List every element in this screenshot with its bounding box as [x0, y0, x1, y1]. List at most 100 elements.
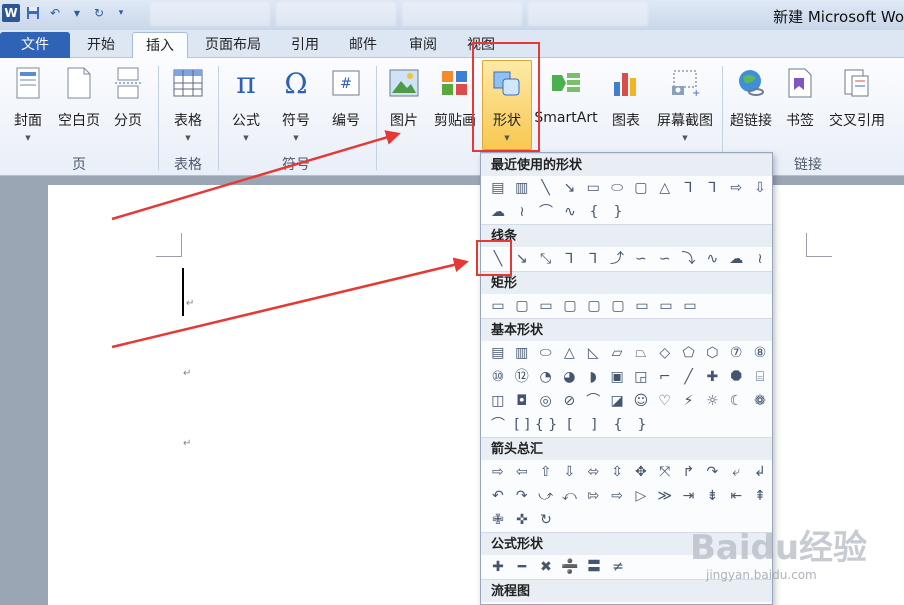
shape-item[interactable]: ↲: [748, 461, 772, 483]
shape-item[interactable]: ⇤: [724, 485, 748, 507]
shape-item[interactable]: ⌒: [486, 414, 510, 436]
shape-item[interactable]: ⬠: [677, 342, 701, 364]
shape-item[interactable]: ≀: [510, 201, 534, 223]
shape-item[interactable]: ⑧: [748, 342, 772, 364]
shape-item[interactable]: ⌸: [748, 366, 772, 388]
shape-item[interactable]: ✖: [534, 556, 558, 578]
shape-item[interactable]: ⤵: [677, 248, 701, 270]
shape-item[interactable]: ]: [582, 414, 606, 436]
shape-item[interactable]: ▣: [605, 366, 629, 388]
shape-item[interactable]: ✜: [510, 509, 534, 531]
shape-item[interactable]: ☁: [486, 201, 510, 223]
shape-item[interactable]: ━: [510, 556, 534, 578]
shape-item[interactable]: ✥: [629, 461, 653, 483]
tab-review[interactable]: 审阅: [398, 32, 448, 58]
shape-item[interactable]: ⤻: [534, 485, 558, 507]
shape-item[interactable]: ⌐: [653, 366, 677, 388]
tab-insert[interactable]: 插入: [132, 32, 188, 58]
shape-item[interactable]: ▢: [582, 295, 606, 317]
tab-file[interactable]: 文件: [0, 32, 70, 58]
cross-reference-button[interactable]: 交叉引用: [826, 64, 888, 146]
shape-item[interactable]: ⇨: [486, 461, 510, 483]
shape-item[interactable]: ▢: [629, 177, 653, 199]
shape-item[interactable]: ♡: [653, 390, 677, 412]
shape-item[interactable]: ➗: [558, 556, 582, 578]
shape-item[interactable]: ↘: [510, 248, 534, 270]
shape-item[interactable]: ⬄: [581, 461, 605, 483]
shape-item[interactable]: ⅂: [557, 248, 581, 270]
shape-item[interactable]: ✚: [486, 556, 510, 578]
shape-item[interactable]: ⤶: [724, 461, 748, 483]
shape-item[interactable]: ▭: [630, 295, 654, 317]
customize-icon[interactable]: ▾: [112, 4, 130, 22]
shape-item[interactable]: ☁: [724, 248, 748, 270]
shape-item[interactable]: ⑩: [486, 366, 510, 388]
shape-item[interactable]: ⇨: [724, 177, 748, 199]
shape-item[interactable]: ↻: [534, 509, 558, 531]
undo-icon[interactable]: ↶: [46, 4, 64, 22]
shape-item[interactable]: ⚡: [677, 390, 701, 412]
shape-item[interactable]: ⤴: [605, 248, 629, 270]
shape-item[interactable]: ⬡: [700, 342, 724, 364]
shape-item[interactable]: {: [582, 201, 606, 223]
redo-icon[interactable]: ↻: [90, 4, 108, 22]
shape-item[interactable]: ⤺: [557, 485, 581, 507]
shape-item[interactable]: ◎: [534, 390, 558, 412]
shape-item[interactable]: ⏢: [629, 342, 653, 364]
shape-item[interactable]: ⬭: [605, 177, 629, 199]
shape-item[interactable]: ⇦: [510, 461, 534, 483]
shape-item[interactable]: ⑫: [510, 366, 534, 388]
shape-item[interactable]: ⤧: [653, 461, 677, 483]
shape-item[interactable]: ▷: [629, 485, 653, 507]
shape-item[interactable]: ⬭: [534, 342, 558, 364]
shape-item[interactable]: ☺: [629, 390, 653, 412]
shape-item[interactable]: [: [558, 414, 582, 436]
number-button[interactable]: # 编号: [326, 64, 366, 146]
symbol-button[interactable]: Ω 符号 ▼: [276, 64, 316, 146]
shape-item[interactable]: ↶: [486, 485, 510, 507]
shape-item[interactable]: ▥: [510, 177, 534, 199]
table-button[interactable]: 表格 ▼: [166, 64, 210, 146]
bookmark-button[interactable]: 书签: [782, 64, 818, 146]
shape-item[interactable]: }: [606, 201, 630, 223]
chart-button[interactable]: 图表: [606, 64, 646, 146]
shape-item[interactable]: ⅂: [700, 177, 724, 199]
shape-item[interactable]: ⇩: [557, 461, 581, 483]
shape-item[interactable]: ⇳: [605, 461, 629, 483]
shape-item[interactable]: ╲: [534, 177, 558, 199]
shape-item[interactable]: ▥: [510, 342, 534, 364]
word-app-icon[interactable]: W: [2, 4, 20, 22]
shape-item[interactable]: ▭: [678, 295, 702, 317]
shape-item[interactable]: ⯃: [724, 366, 748, 388]
shape-item[interactable]: ◔: [534, 366, 558, 388]
shape-item[interactable]: ⇩: [748, 177, 772, 199]
shape-item[interactable]: ◫: [486, 390, 510, 412]
shape-item[interactable]: ⇨: [605, 485, 629, 507]
save-icon[interactable]: [24, 4, 42, 22]
hyperlink-button[interactable]: 超链接: [728, 64, 774, 146]
shape-item[interactable]: { }: [534, 414, 558, 436]
shape-item[interactable]: ≀: [748, 248, 772, 270]
shape-item[interactable]: [ ]: [510, 414, 534, 436]
tab-references[interactable]: 引用: [280, 32, 330, 58]
shape-item[interactable]: 〓: [582, 556, 606, 578]
shape-item[interactable]: ╱: [677, 366, 701, 388]
shape-item[interactable]: △: [557, 342, 581, 364]
tab-mailings[interactable]: 邮件: [338, 32, 388, 58]
chevron-down-icon[interactable]: ▼: [68, 4, 86, 22]
shape-item[interactable]: ⤡: [534, 248, 558, 270]
tab-page-layout[interactable]: 页面布局: [196, 32, 270, 58]
shape-item[interactable]: ↘: [557, 177, 581, 199]
shape-item[interactable]: ∽: [629, 248, 653, 270]
shape-item[interactable]: ▢: [558, 295, 582, 317]
shape-item[interactable]: ↷: [510, 485, 534, 507]
picture-button[interactable]: 图片: [384, 64, 424, 146]
shape-item[interactable]: ≫: [653, 485, 677, 507]
shape-item[interactable]: ↷: [700, 461, 724, 483]
shape-item[interactable]: △: [653, 177, 677, 199]
shape-item[interactable]: ↱: [677, 461, 701, 483]
shape-item[interactable]: ◪: [605, 390, 629, 412]
shape-item[interactable]: ⅂: [581, 248, 605, 270]
shape-item[interactable]: ▢: [510, 295, 534, 317]
shape-item[interactable]: ▤: [486, 342, 510, 364]
